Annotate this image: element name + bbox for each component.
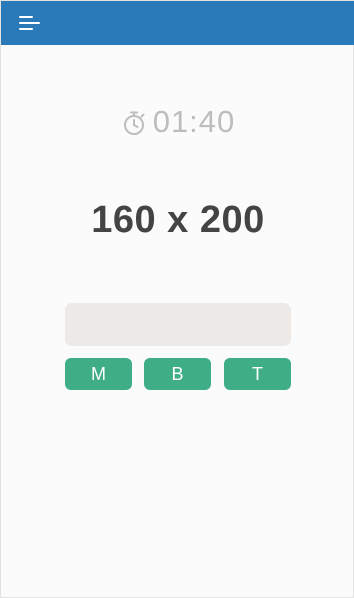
menu-icon[interactable] [11, 9, 45, 37]
choice-t-button[interactable]: T [224, 358, 291, 390]
answer-choices: M B T [65, 358, 291, 390]
countdown-timer: 01:40 [1, 104, 354, 140]
choice-b-button[interactable]: B [144, 358, 211, 390]
answer-input[interactable] [65, 303, 291, 346]
app-screen: 01:40 160 x 200 M B T [0, 0, 354, 598]
math-question: 160 x 200 [91, 199, 265, 241]
timer-value: 01:40 [152, 104, 236, 139]
choice-m-button[interactable]: M [65, 358, 132, 390]
app-bar [1, 1, 354, 45]
stopwatch-icon [123, 111, 145, 135]
